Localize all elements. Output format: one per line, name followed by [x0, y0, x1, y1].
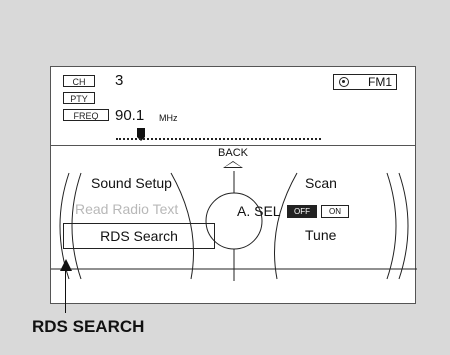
- audio-display-screen: CH 3 PTY FREQ 90.1 MHz FM1 BACK Sound Se…: [50, 66, 417, 304]
- rds-search-item[interactable]: RDS Search: [63, 223, 215, 249]
- tuning-position-marker: [137, 128, 145, 141]
- scan-item[interactable]: Scan: [305, 175, 337, 191]
- a-sel-item[interactable]: A. SEL: [237, 203, 281, 219]
- interface-dial-menu: Sound Setup Read Radio Text RDS Search S…: [51, 171, 417, 281]
- callout-line: [65, 270, 66, 313]
- band-indicator: FM1: [333, 74, 397, 90]
- channel-value: 3: [115, 72, 124, 89]
- frequency-value: 90.1: [115, 107, 145, 124]
- a-sel-on-toggle[interactable]: ON: [321, 205, 349, 218]
- divider: [51, 145, 415, 146]
- sound-setup-item[interactable]: Sound Setup: [91, 175, 172, 191]
- back-arrow-icon[interactable]: [223, 161, 243, 168]
- radio-info-panel: CH 3 PTY FREQ 90.1 MHz FM1: [51, 67, 415, 143]
- callout-arrow-icon: [60, 259, 72, 271]
- radio-signal-icon: [339, 77, 349, 87]
- band-label: FM1: [368, 75, 392, 89]
- freq-label: FREQ: [63, 109, 109, 121]
- read-radio-text-item[interactable]: Read Radio Text: [75, 201, 178, 217]
- a-sel-off-toggle[interactable]: OFF: [287, 205, 317, 218]
- frequency-scale: [116, 138, 321, 140]
- callout-caption: RDS SEARCH: [32, 317, 145, 336]
- tune-item[interactable]: Tune: [305, 227, 336, 243]
- back-label[interactable]: BACK: [211, 147, 255, 159]
- frequency-unit: MHz: [159, 113, 178, 123]
- pty-label: PTY: [63, 92, 95, 104]
- channel-label: CH: [63, 75, 95, 87]
